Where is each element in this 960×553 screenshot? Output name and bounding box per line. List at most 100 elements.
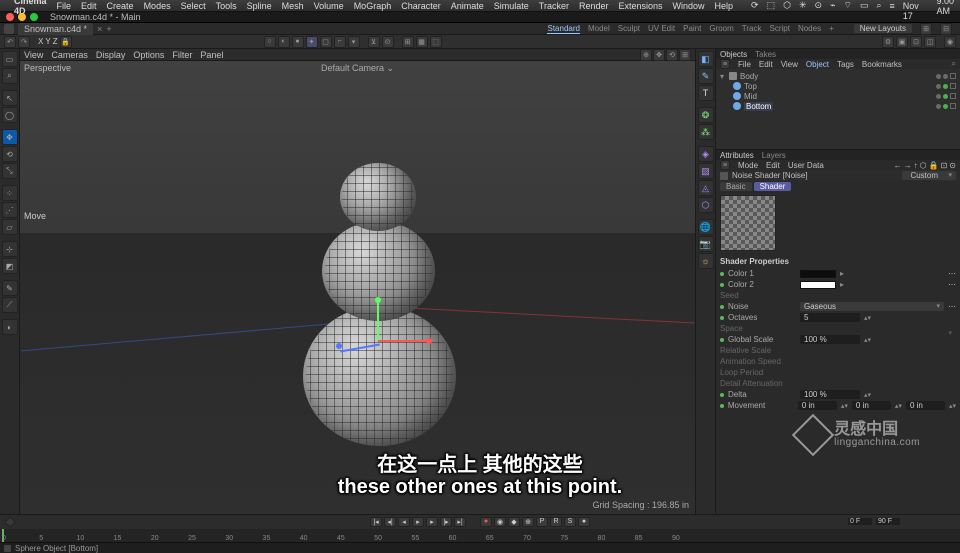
om-menu-bookmarks[interactable]: Bookmarks [862, 60, 902, 69]
vp-menu-filter[interactable]: Filter [172, 50, 192, 60]
om-menu-file[interactable]: File [738, 60, 751, 69]
cursor-icon[interactable]: ↖ [2, 90, 18, 106]
deformer-icon[interactable]: ◈ [698, 146, 714, 162]
search-icon[interactable]: ⌕ [876, 0, 881, 11]
lasso-icon[interactable]: ◯ [2, 107, 18, 123]
minimize-icon[interactable] [18, 13, 26, 21]
status-icon[interactable]: ⟳ [751, 0, 759, 11]
key-pos-icon[interactable]: P [536, 517, 548, 527]
light-icon[interactable]: ☼ [698, 253, 714, 269]
sphere-top[interactable] [340, 163, 416, 231]
vp-nav-icon[interactable]: ⊕ [640, 49, 652, 61]
key-param-icon[interactable]: ● [578, 517, 590, 527]
status-icon[interactable]: ⬚ [767, 0, 776, 11]
add-mode-icon[interactable]: + [829, 24, 834, 33]
deformer-icon[interactable]: ▨ [698, 163, 714, 179]
grid-icon[interactable]: ▦ [416, 36, 428, 48]
disclosure-icon[interactable]: ▾ [720, 72, 726, 81]
rotate-icon[interactable]: ⟲ [2, 146, 18, 162]
scale-icon[interactable]: ⤡ [2, 163, 18, 179]
field-icon[interactable]: ◬ [698, 180, 714, 196]
color-swatch[interactable] [800, 270, 836, 278]
object-name[interactable]: Top [744, 82, 757, 91]
menu-mograph[interactable]: MoGraph [354, 1, 392, 11]
prev-frame-icon[interactable]: ◂ [398, 517, 410, 527]
attr-menu-userdata[interactable]: User Data [788, 161, 824, 170]
object-row[interactable]: Bottom [720, 101, 956, 111]
lock-icon[interactable]: 🔒 [60, 36, 72, 48]
document-tab[interactable]: Snowman.c4d * [18, 23, 93, 35]
status-icon[interactable]: ⊙ [815, 0, 823, 11]
menu-tools[interactable]: Tools [216, 1, 237, 11]
menu-mesh[interactable]: Mesh [282, 1, 304, 11]
tab-attributes[interactable]: Attributes [720, 151, 754, 160]
tool-icon[interactable]: ◩ [2, 258, 18, 274]
menu-simulate[interactable]: Simulate [494, 1, 529, 11]
icon[interactable]: ≡ [720, 59, 730, 69]
menu-volume[interactable]: Volume [314, 1, 344, 11]
render-region-icon[interactable]: ◫ [924, 36, 936, 48]
icon[interactable]: ≡ [720, 160, 730, 170]
vp-menu-options[interactable]: Options [133, 50, 164, 60]
next-frame-icon[interactable]: ▸ [426, 517, 438, 527]
redo-icon[interactable]: ↷ [18, 36, 30, 48]
menu-select[interactable]: Select [181, 1, 206, 11]
battery-icon[interactable]: ▭ [860, 0, 869, 11]
fwd-icon[interactable]: → [904, 161, 912, 170]
brush-icon[interactable]: ✎ [2, 280, 18, 296]
back-icon[interactable]: ← [894, 161, 902, 170]
frame-end[interactable]: 90 F [876, 518, 900, 525]
menubar-time[interactable]: 9:00 AM [936, 0, 954, 16]
axis-icon[interactable]: ✦ [306, 36, 318, 48]
move-icon[interactable]: ✥ [2, 129, 18, 145]
next-key-icon[interactable]: |▸ [440, 517, 452, 527]
menu-create[interactable]: Create [107, 1, 134, 11]
autokey-icon[interactable]: ◉ [494, 517, 506, 527]
vp-layout-icon[interactable]: ⊞ [679, 49, 691, 61]
subtab-basic[interactable]: Basic [720, 182, 752, 191]
home-icon[interactable] [4, 24, 14, 34]
dropbox-icon[interactable]: ⬡ [783, 0, 791, 11]
object-name[interactable]: Mid [744, 92, 757, 101]
viewport-camera[interactable]: Default Camera ⌄ [321, 63, 394, 74]
tool-icon[interactable]: ▾ [348, 36, 360, 48]
tool-icon[interactable]: ⬚ [430, 36, 442, 48]
object-row[interactable]: Top [720, 81, 956, 91]
mode-track[interactable]: Track [742, 24, 762, 33]
menu-icon[interactable]: ⋯ [948, 269, 956, 278]
spinner-icon[interactable]: ▴▾ [864, 391, 871, 399]
tool-icon[interactable]: ⟋ [2, 297, 18, 313]
movement-x[interactable]: 0 in [798, 401, 837, 410]
close-tab-icon[interactable]: × [97, 24, 102, 34]
viewport-canvas[interactable]: Move Grid Spacing : 196.85 in [20, 61, 695, 514]
workplane-icon[interactable]: ⊞ [402, 36, 414, 48]
cloner-icon[interactable]: ⁂ [698, 124, 714, 140]
tool-icon[interactable]: ▢ [320, 36, 332, 48]
status-icon[interactable]: ✳ [799, 0, 807, 11]
picker-icon[interactable]: ▸ [840, 269, 844, 278]
movement-z[interactable]: 0 in [906, 401, 945, 410]
key-icon[interactable]: ◆ [508, 517, 520, 527]
om-menu-view[interactable]: View [781, 60, 798, 69]
zoom-icon[interactable] [30, 13, 38, 21]
mode-model[interactable]: Model [588, 24, 610, 33]
select-icon[interactable]: ◐ [278, 36, 290, 48]
layout-icon[interactable]: ⊞ [920, 23, 932, 35]
tool-icon[interactable]: ◐ [2, 319, 18, 335]
mode-nodes[interactable]: Nodes [798, 24, 821, 33]
vp-menu-display[interactable]: Display [96, 50, 126, 60]
snap-icon[interactable]: ⊙ [382, 36, 394, 48]
lock-icon[interactable]: ⬡ [920, 161, 927, 170]
vp-nav-icon[interactable]: ⟲ [666, 49, 678, 61]
object-row[interactable]: Mid [720, 91, 956, 101]
camera-icon[interactable]: 📷 [698, 236, 714, 252]
menu-window[interactable]: Window [673, 1, 705, 11]
spinner-icon[interactable]: ▴▾ [864, 314, 871, 322]
text-icon[interactable]: T [698, 85, 714, 101]
globalscale-field[interactable]: 100 % [800, 335, 860, 344]
field-icon[interactable]: ⬡ [698, 197, 714, 213]
subtab-shader[interactable]: Shader [754, 182, 792, 191]
undo-icon[interactable]: ↶ [4, 36, 16, 48]
generator-icon[interactable]: ❂ [698, 107, 714, 123]
vp-nav-icon[interactable]: ✥ [653, 49, 665, 61]
